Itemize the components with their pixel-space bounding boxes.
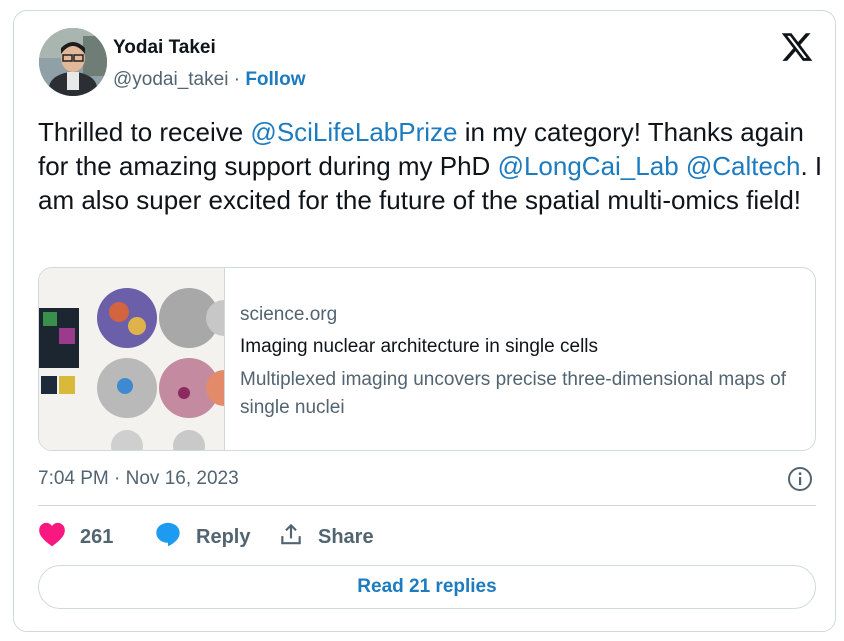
- share-icon: [278, 521, 318, 553]
- link-preview-card[interactable]: science.org Imaging nuclear architecture…: [38, 267, 816, 451]
- reply-button[interactable]: Reply: [154, 522, 250, 552]
- divider: [38, 505, 816, 506]
- link-domain: science.org: [240, 304, 338, 325]
- tweet-card: Yodai Takei @yodai_takei · Follow Thrill…: [13, 10, 836, 632]
- author-handle-row: @yodai_takei · Follow: [113, 69, 305, 91]
- author-name[interactable]: Yodai Takei: [113, 37, 216, 59]
- share-label: Share: [318, 525, 374, 548]
- reply-icon: [154, 520, 196, 554]
- x-logo-icon[interactable]: [780, 30, 814, 64]
- read-replies-button[interactable]: Read 21 replies: [38, 565, 816, 609]
- tweet-text-segment: Thrilled to receive: [38, 117, 251, 147]
- like-button[interactable]: 261: [38, 522, 113, 552]
- link-description: Multiplexed imaging uncovers precise thr…: [240, 369, 786, 418]
- tweet-timestamp[interactable]: 7:04 PM · Nov 16, 2023: [38, 468, 239, 490]
- mention-link[interactable]: @SciLifeLabPrize: [250, 117, 457, 147]
- link-title: Imaging nuclear architecture in single c…: [240, 336, 599, 357]
- avatar[interactable]: [39, 28, 107, 96]
- follow-button[interactable]: Follow: [245, 69, 305, 90]
- link-preview-image: [39, 268, 242, 450]
- heart-icon: [38, 521, 80, 553]
- info-icon[interactable]: [787, 466, 813, 492]
- tweet-text: Thrilled to receive @SciLifeLabPrize in …: [38, 115, 828, 217]
- handle-separator: ·: [228, 69, 246, 90]
- mention-link[interactable]: @Caltech: [686, 151, 801, 181]
- like-count: 261: [80, 525, 114, 548]
- reply-label: Reply: [196, 525, 251, 548]
- tweet-text-segment: [679, 151, 686, 181]
- share-button[interactable]: Share: [278, 522, 374, 552]
- mention-link[interactable]: @LongCai_Lab: [498, 151, 679, 181]
- author-handle[interactable]: @yodai_takei: [113, 69, 228, 90]
